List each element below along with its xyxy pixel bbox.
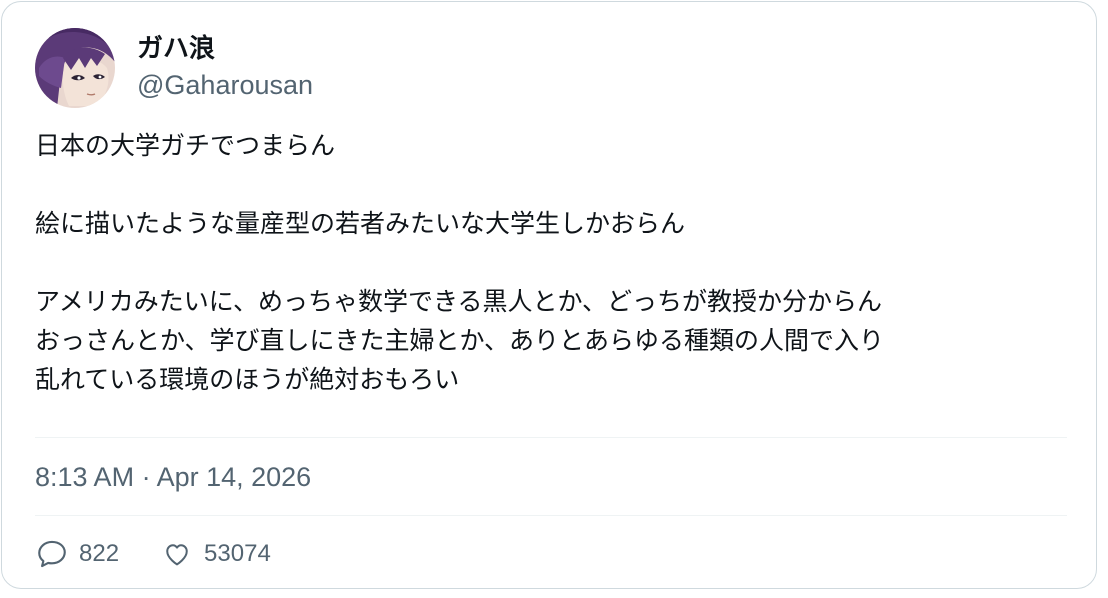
- divider: [35, 437, 1067, 438]
- action-bar: 822 53074: [35, 534, 271, 574]
- tweet-text-line: 乱れている環境のほうが絶対おもろい: [35, 365, 460, 394]
- paragraph-break: [35, 243, 1075, 282]
- tweet-card: ガハ浪 @Gaharousan 日本の大学ガチでつまらん 絵に描いたような量産型…: [1, 1, 1097, 589]
- like-count: 53074: [204, 540, 271, 567]
- paragraph-break: [35, 165, 1075, 204]
- tweet-text: 日本の大学ガチでつまらん 絵に描いたような量産型の若者みたいな大学生しかおらん …: [35, 126, 1075, 399]
- user-handle[interactable]: @Gaharousan: [137, 68, 313, 102]
- display-name[interactable]: ガハ浪: [137, 32, 215, 66]
- tweet-text-line: 絵に描いたような量産型の若者みたいな大学生しかおらん: [35, 209, 686, 238]
- reply-count: 822: [79, 540, 120, 567]
- heart-icon: [162, 539, 192, 569]
- reply-button[interactable]: 822: [35, 537, 119, 571]
- speech-bubble-icon: [35, 537, 69, 571]
- avatar[interactable]: [35, 28, 115, 108]
- timestamp[interactable]: 8:13 AM · Apr 14, 2026: [35, 460, 311, 494]
- like-button[interactable]: 53074: [162, 539, 271, 569]
- tweet-text-line: 日本の大学ガチでつまらん: [35, 131, 336, 160]
- tweet-text-line: おっさんとか、学び直しにきた主婦とか、ありとあらゆる種類の人間で入り: [35, 326, 885, 355]
- tweet-text-line: アメリカみたいに、めっちゃ数学できる黒人とか、どっちが教授か分からん: [35, 287, 883, 316]
- divider: [35, 515, 1067, 516]
